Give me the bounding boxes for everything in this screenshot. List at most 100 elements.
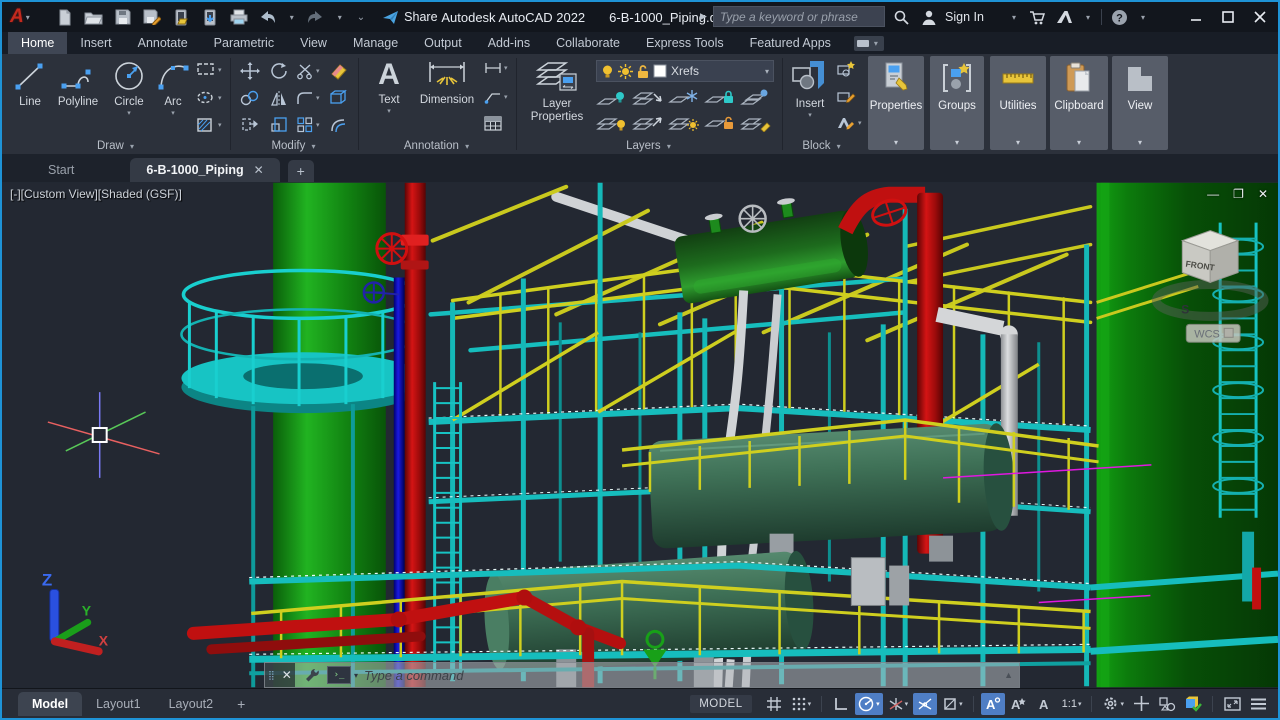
create-block-button[interactable] [836,60,856,77]
open-from-web-icon[interactable] [171,7,191,27]
ribbon-tab-insert[interactable]: Insert [67,32,124,54]
ribbon-tab-manage[interactable]: Manage [340,32,411,54]
autocad-app-menu-icon[interactable]: A [10,6,23,28]
edit-attributes-button[interactable]: ▾ [836,114,862,131]
ribbon-tab-view[interactable]: View [287,32,340,54]
layer-on-off-button[interactable] [596,112,628,132]
layer-dropdown[interactable]: Xrefs ▾ [596,60,774,82]
panel-label-layers[interactable]: Layers ▾ [518,140,782,152]
close-button[interactable] [1246,6,1274,28]
open-folder-icon[interactable] [84,7,104,27]
isometric-drafting-toggle[interactable]: ▾ [885,693,912,715]
sign-in-caret-icon[interactable]: ▾ [1012,13,1016,22]
command-input[interactable] [364,663,1004,687]
file-tab-start[interactable]: Start [32,158,90,182]
clean-screen-button[interactable] [1220,693,1244,715]
model-space-toggle[interactable]: MODEL [690,695,751,713]
ribbon-tab-home[interactable]: Home [8,32,67,54]
rectangle-button[interactable]: ▾ [196,62,222,77]
ribbon-collapse-button[interactable]: ▾ [854,36,884,51]
line-button[interactable]: Line [10,58,50,109]
search-expand-icon[interactable]: ▶ [700,11,707,22]
viewport-controls-label[interactable]: [-][Custom View][Shaded (GSF)] [10,187,182,201]
linear-dimension-button[interactable]: ▾ [484,62,508,74]
help-icon[interactable]: ? [1110,7,1130,27]
hatch-button[interactable]: ▾ [196,117,222,133]
layout-tab-layout2[interactable]: Layout2 [155,692,227,716]
rotate-button[interactable] [270,62,288,80]
scale-button[interactable] [270,116,288,133]
save-as-icon[interactable] [142,7,162,27]
explode-button[interactable] [328,88,348,106]
save-to-web-icon[interactable] [200,7,220,27]
move-button[interactable] [240,62,260,80]
circle-button[interactable]: Circle ▾ [106,58,152,117]
layer-properties-button[interactable]: LayerProperties [524,58,590,124]
panel-clipboard-collapsed[interactable]: Clipboard ▾ [1050,56,1108,150]
minimize-button[interactable] [1182,6,1210,28]
crosshair-size-button[interactable] [1129,693,1153,715]
save-icon[interactable] [113,7,133,27]
customization-menu-button[interactable] [1246,693,1270,715]
layout-tab-model[interactable]: Model [18,692,82,716]
viewport-minimize-icon[interactable]: — [1207,188,1219,200]
annotation-visibility-toggle[interactable]: A [981,693,1005,715]
layer-freeze-button[interactable] [668,88,700,108]
ribbon-tab-collaborate[interactable]: Collaborate [543,32,633,54]
arc-button[interactable]: Arc ▾ [154,58,192,117]
app-menu-caret-icon[interactable]: ▾ [26,13,30,22]
panel-label-block[interactable]: Block ▾ [784,140,862,152]
erase-button[interactable] [328,62,348,80]
ortho-toggle[interactable] [829,693,853,715]
panel-label-annotation[interactable]: Annotation ▾ [360,140,516,152]
grid-toggle[interactable] [762,693,786,715]
viewport-close-icon[interactable]: ✕ [1258,188,1268,200]
ribbon-tab-parametric[interactable]: Parametric [201,32,287,54]
qat-customize-icon[interactable]: ⌄ [357,12,365,23]
annotation-scale-icon[interactable]: A [1033,693,1057,715]
plot-icon[interactable] [229,7,249,27]
workspace-gear-icon[interactable]: ▾ [1099,693,1127,715]
panel-groups-collapsed[interactable]: Groups ▾ [930,56,984,150]
object-snap-tracking-toggle[interactable] [913,693,937,715]
annotation-autoscale-toggle[interactable]: A [1007,693,1031,715]
new-layout-button[interactable]: + [227,696,255,712]
redo-caret-icon[interactable]: ▾ [338,13,342,22]
share-button[interactable]: Share [382,10,437,25]
panel-view-collapsed[interactable]: View ▾ [1112,56,1168,150]
sign-in-button[interactable]: Sign In [945,10,984,24]
stretch-button[interactable] [240,116,260,133]
undo-icon[interactable] [258,7,278,27]
leader-button[interactable]: ▾ [484,90,508,104]
dimension-button[interactable]: Dimension [414,58,480,107]
graphics-performance-button[interactable] [1181,693,1205,715]
copy-button[interactable] [240,90,260,106]
command-caret-icon[interactable]: ▾ [354,671,358,680]
file-tab-close-icon[interactable]: ✕ [254,163,264,177]
layout-tab-layout1[interactable]: Layout1 [82,692,154,716]
help-caret-icon[interactable]: ▾ [1141,13,1145,22]
ribbon-tab-annotate[interactable]: Annotate [125,32,201,54]
ribbon-tab-featured-apps[interactable]: Featured Apps [737,32,844,54]
panel-label-draw[interactable]: Draw ▾ [4,140,230,152]
autodesk-logo-icon[interactable] [1055,7,1075,27]
app-store-cart-icon[interactable] [1027,7,1047,27]
new-drawing-icon[interactable] [55,7,75,27]
user-avatar-icon[interactable] [919,7,939,27]
autodesk-caret-icon[interactable]: ▾ [1086,13,1090,22]
maximize-button[interactable] [1214,6,1242,28]
isolate-objects-button[interactable] [1155,693,1179,715]
new-file-tab-button[interactable]: + [288,160,314,182]
layer-thaw-button[interactable] [668,112,700,132]
layer-unisolate-button[interactable] [632,88,664,108]
layer-walk-button[interactable] [740,112,772,132]
trim-button[interactable]: ▾ [296,62,320,80]
layer-unlock-all-button[interactable] [704,112,736,132]
viewport-restore-icon[interactable]: ❐ [1233,188,1244,200]
layer-match-button[interactable] [740,88,772,108]
layer-change-button[interactable] [632,112,664,132]
file-tab-document[interactable]: 6-B-1000_Piping✕ [130,158,279,182]
table-button[interactable] [484,116,502,131]
polyline-button[interactable]: Polyline [52,58,104,109]
ribbon-tab-output[interactable]: Output [411,32,475,54]
